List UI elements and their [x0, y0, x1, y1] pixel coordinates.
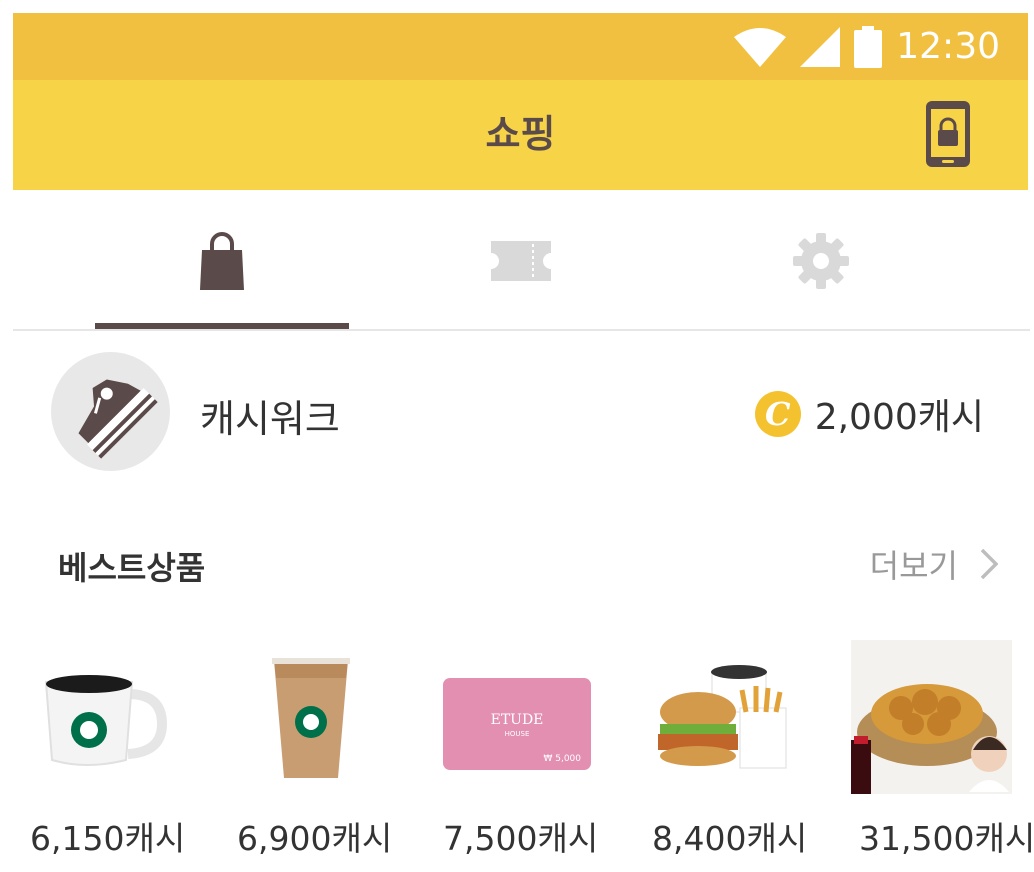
tab-coupon[interactable] — [394, 190, 648, 332]
battery-icon — [854, 25, 883, 68]
product-price: 6,900캐시 — [237, 819, 393, 858]
cash-amount: 2,000캐시 — [814, 397, 984, 438]
card-value: ₩ 5,000 — [543, 754, 581, 764]
shopping-bag-icon — [200, 232, 244, 290]
best-products-header: 베스트상품 더보기 — [13, 535, 1030, 595]
chevron-right-icon — [980, 548, 998, 580]
app-bar: 쇼핑 — [13, 80, 1028, 190]
tabs-divider — [13, 329, 1030, 331]
sneaker-icon — [78, 379, 158, 459]
product-price: 6,150캐시 — [30, 819, 186, 858]
card-brand: ETUDE — [491, 712, 544, 728]
coffee-mug-image — [44, 675, 168, 766]
gear-icon — [793, 233, 849, 289]
iced-latte-image — [272, 658, 350, 778]
phone-lock-icon — [926, 101, 970, 167]
tab-bar — [13, 190, 1030, 332]
product-price: 7,500캐시 — [443, 819, 599, 858]
cellular-signal-icon — [800, 26, 841, 67]
ticket-icon — [491, 241, 551, 281]
avatar — [51, 352, 170, 471]
tab-shop[interactable] — [95, 190, 349, 332]
profile-name: 캐시워크 — [200, 397, 340, 441]
status-icons: 12:30 — [734, 13, 1000, 80]
card-brand-sub: HOUSE — [505, 730, 530, 738]
burger-set-image — [658, 665, 787, 769]
cash-balance[interactable]: C 2,000캐시 — [754, 388, 984, 440]
more-link[interactable]: 더보기 — [870, 541, 998, 587]
chicken-set-image — [851, 640, 1012, 794]
tab-settings[interactable] — [694, 190, 948, 332]
etude-gift-card-image: ETUDE HOUSE ₩ 5,000 — [443, 678, 591, 770]
section-title: 베스트상품 — [58, 549, 206, 587]
product-price: 31,500캐시 — [859, 819, 1034, 858]
status-time: 12:30 — [896, 25, 1000, 67]
profile-row: 캐시워크 C 2,000캐시 — [13, 350, 1030, 475]
status-bar: 12:30 — [13, 13, 1028, 80]
more-label: 더보기 — [869, 547, 958, 585]
lock-screen-button[interactable] — [926, 101, 970, 167]
product-list: 6,150캐시 6,900캐시 ETUDE HOUSE ₩ 5,000 7,50… — [0, 632, 1034, 872]
page-title: 쇼핑 — [485, 112, 556, 156]
coin-icon: C — [754, 391, 801, 437]
wifi-icon — [734, 27, 787, 67]
product-price: 8,400캐시 — [652, 819, 808, 858]
